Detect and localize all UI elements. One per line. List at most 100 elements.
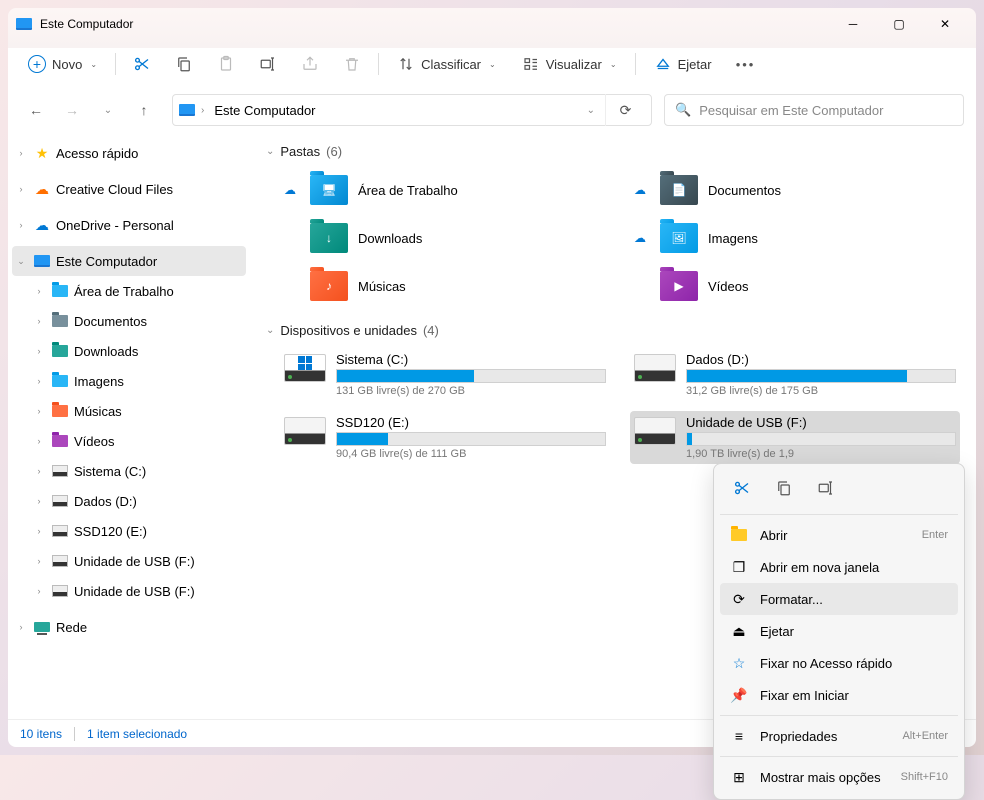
ctx-copy-button[interactable]	[766, 472, 802, 504]
pin-icon: 📌	[730, 687, 748, 704]
sidebar-item-network[interactable]: › Rede	[8, 612, 250, 642]
cloud-sync-icon: ☁	[280, 183, 300, 197]
ctx-open[interactable]: Abrir Enter	[720, 519, 958, 551]
sidebar-item-images[interactable]: ›Imagens	[8, 366, 250, 396]
ctx-show-more[interactable]: ⊞ Mostrar mais opções Shift+F10	[720, 761, 958, 793]
drive-d[interactable]: Dados (D:) 31,2 GB livre(s) de 175 GB	[630, 348, 960, 401]
chevron-right-icon[interactable]: ›	[14, 148, 28, 158]
sort-icon	[397, 55, 415, 73]
folder-icon: ↓	[310, 223, 348, 253]
paste-button[interactable]	[206, 46, 246, 82]
up-button[interactable]: ↑	[128, 94, 160, 126]
new-button[interactable]: + Novo ⌄	[16, 46, 109, 82]
folder-videos[interactable]: ▶ Vídeos	[630, 265, 960, 307]
chevron-right-icon[interactable]: ›	[14, 220, 28, 230]
new-window-icon: ❐	[730, 559, 748, 576]
usage-bar	[336, 432, 606, 446]
sidebar-item-drive-f-dup[interactable]: ›Unidade de USB (F:)	[8, 576, 250, 606]
ellipsis-icon: •••	[736, 57, 756, 72]
folder-images[interactable]: ☁ 🖼 Imagens	[630, 217, 960, 259]
sort-label: Classificar	[421, 57, 481, 72]
more-button[interactable]: •••	[726, 46, 766, 82]
view-button[interactable]: Visualizar ⌄	[510, 46, 629, 82]
sidebar-item-creative-cloud[interactable]: › ☁ Creative Cloud Files	[8, 174, 250, 204]
drive-icon	[634, 417, 676, 445]
sort-button[interactable]: Classificar ⌄	[385, 46, 508, 82]
folder-open-icon	[730, 529, 748, 541]
ctx-open-new-window[interactable]: ❐ Abrir em nova janela	[720, 551, 958, 583]
delete-button[interactable]	[332, 46, 372, 82]
usage-bar	[686, 369, 956, 383]
eject-button[interactable]: Ejetar	[642, 46, 724, 82]
rename-icon	[259, 55, 277, 73]
sidebar-item-documents[interactable]: ›Documentos	[8, 306, 250, 336]
share-icon	[301, 55, 319, 73]
chevron-down-icon[interactable]: ⌄	[583, 105, 599, 116]
group-header-devices[interactable]: ⌄ Dispositivos e unidades (4)	[266, 323, 960, 338]
folder-icon	[50, 433, 70, 449]
folder-icon	[50, 373, 70, 389]
drive-e[interactable]: SSD120 (E:) 90,4 GB livre(s) de 111 GB	[280, 411, 610, 464]
view-icon	[522, 55, 540, 73]
cloud-icon: ☁	[32, 217, 52, 233]
close-button[interactable]: ✕	[922, 8, 968, 40]
cut-button[interactable]	[122, 46, 162, 82]
search-placeholder: Pesquisar em Este Computador	[699, 103, 883, 118]
search-input[interactable]: 🔍 Pesquisar em Este Computador	[664, 94, 964, 126]
sidebar-item-drive-f[interactable]: ›Unidade de USB (F:)	[8, 546, 250, 576]
share-button[interactable]	[290, 46, 330, 82]
maximize-button[interactable]: ▢	[876, 8, 922, 40]
drive-c[interactable]: Sistema (C:) 131 GB livre(s) de 270 GB	[280, 348, 610, 401]
ctx-properties[interactable]: ≡ Propriedades Alt+Enter	[720, 720, 958, 752]
separator	[115, 53, 116, 75]
drive-f[interactable]: Unidade de USB (F:) 1,90 TB livre(s) de …	[630, 411, 960, 464]
network-icon	[32, 619, 52, 635]
sidebar-item-this-pc[interactable]: ⌄ Este Computador	[12, 246, 246, 276]
sidebar-item-quick-access[interactable]: › ★ Acesso rápido	[8, 138, 250, 168]
folder-music[interactable]: ♪ Músicas	[280, 265, 610, 307]
sidebar-item-drive-d[interactable]: ›Dados (D:)	[8, 486, 250, 516]
chevron-right-icon[interactable]: ›	[14, 184, 28, 194]
ctx-eject[interactable]: ⏏ Ejetar	[720, 615, 958, 647]
chevron-down-icon: ⌄	[266, 146, 274, 157]
recent-button[interactable]: ⌄	[92, 94, 124, 126]
refresh-button[interactable]: ⟳	[605, 94, 645, 126]
breadcrumb[interactable]: Este Computador	[210, 103, 319, 118]
sidebar-item-videos[interactable]: ›Vídeos	[8, 426, 250, 456]
folder-downloads[interactable]: ↓ Downloads	[280, 217, 610, 259]
sidebar-item-desktop[interactable]: ›Área de Trabalho	[8, 276, 250, 306]
folder-icon: ▶	[660, 271, 698, 301]
ctx-rename-button[interactable]	[808, 472, 844, 504]
sidebar: › ★ Acesso rápido › ☁ Creative Cloud Fil…	[8, 132, 250, 719]
sidebar-item-downloads[interactable]: ›Downloads	[8, 336, 250, 366]
drive-icon	[50, 553, 70, 569]
eject-icon	[654, 55, 672, 73]
chevron-down-icon[interactable]: ⌄	[14, 256, 28, 267]
new-label: Novo	[52, 57, 82, 72]
folder-desktop[interactable]: ☁ 🖥 Área de Trabalho	[280, 169, 610, 211]
folder-documents[interactable]: ☁ 📄 Documentos	[630, 169, 960, 211]
back-button[interactable]: ←	[20, 94, 52, 126]
cloud-icon: ☁	[32, 181, 52, 197]
group-header-folders[interactable]: ⌄ Pastas (6)	[266, 144, 960, 159]
ctx-format[interactable]: ⟳ Formatar...	[720, 583, 958, 615]
rename-button[interactable]	[248, 46, 288, 82]
context-menu: Abrir Enter ❐ Abrir em nova janela ⟳ For…	[713, 463, 965, 800]
sidebar-item-onedrive[interactable]: › ☁ OneDrive - Personal	[8, 210, 250, 240]
this-pc-icon	[179, 104, 195, 116]
folder-icon	[50, 403, 70, 419]
ctx-pin-start[interactable]: 📌 Fixar em Iniciar	[720, 679, 958, 711]
minimize-button[interactable]: ─	[830, 8, 876, 40]
sidebar-item-music[interactable]: ›Músicas	[8, 396, 250, 426]
drive-icon	[284, 417, 326, 445]
ctx-cut-button[interactable]	[724, 472, 760, 504]
copy-button[interactable]	[164, 46, 204, 82]
sidebar-item-drive-c[interactable]: ›Sistema (C:)	[8, 456, 250, 486]
address-bar[interactable]: › Este Computador ⌄ ⟳	[172, 94, 652, 126]
forward-button[interactable]: →	[56, 94, 88, 126]
chevron-right-icon[interactable]: ›	[14, 622, 28, 632]
status-selected-count: 1 item selecionado	[87, 727, 187, 741]
window-title: Este Computador	[40, 17, 133, 31]
ctx-pin-quick-access[interactable]: ☆ Fixar no Acesso rápido	[720, 647, 958, 679]
sidebar-item-drive-e[interactable]: ›SSD120 (E:)	[8, 516, 250, 546]
